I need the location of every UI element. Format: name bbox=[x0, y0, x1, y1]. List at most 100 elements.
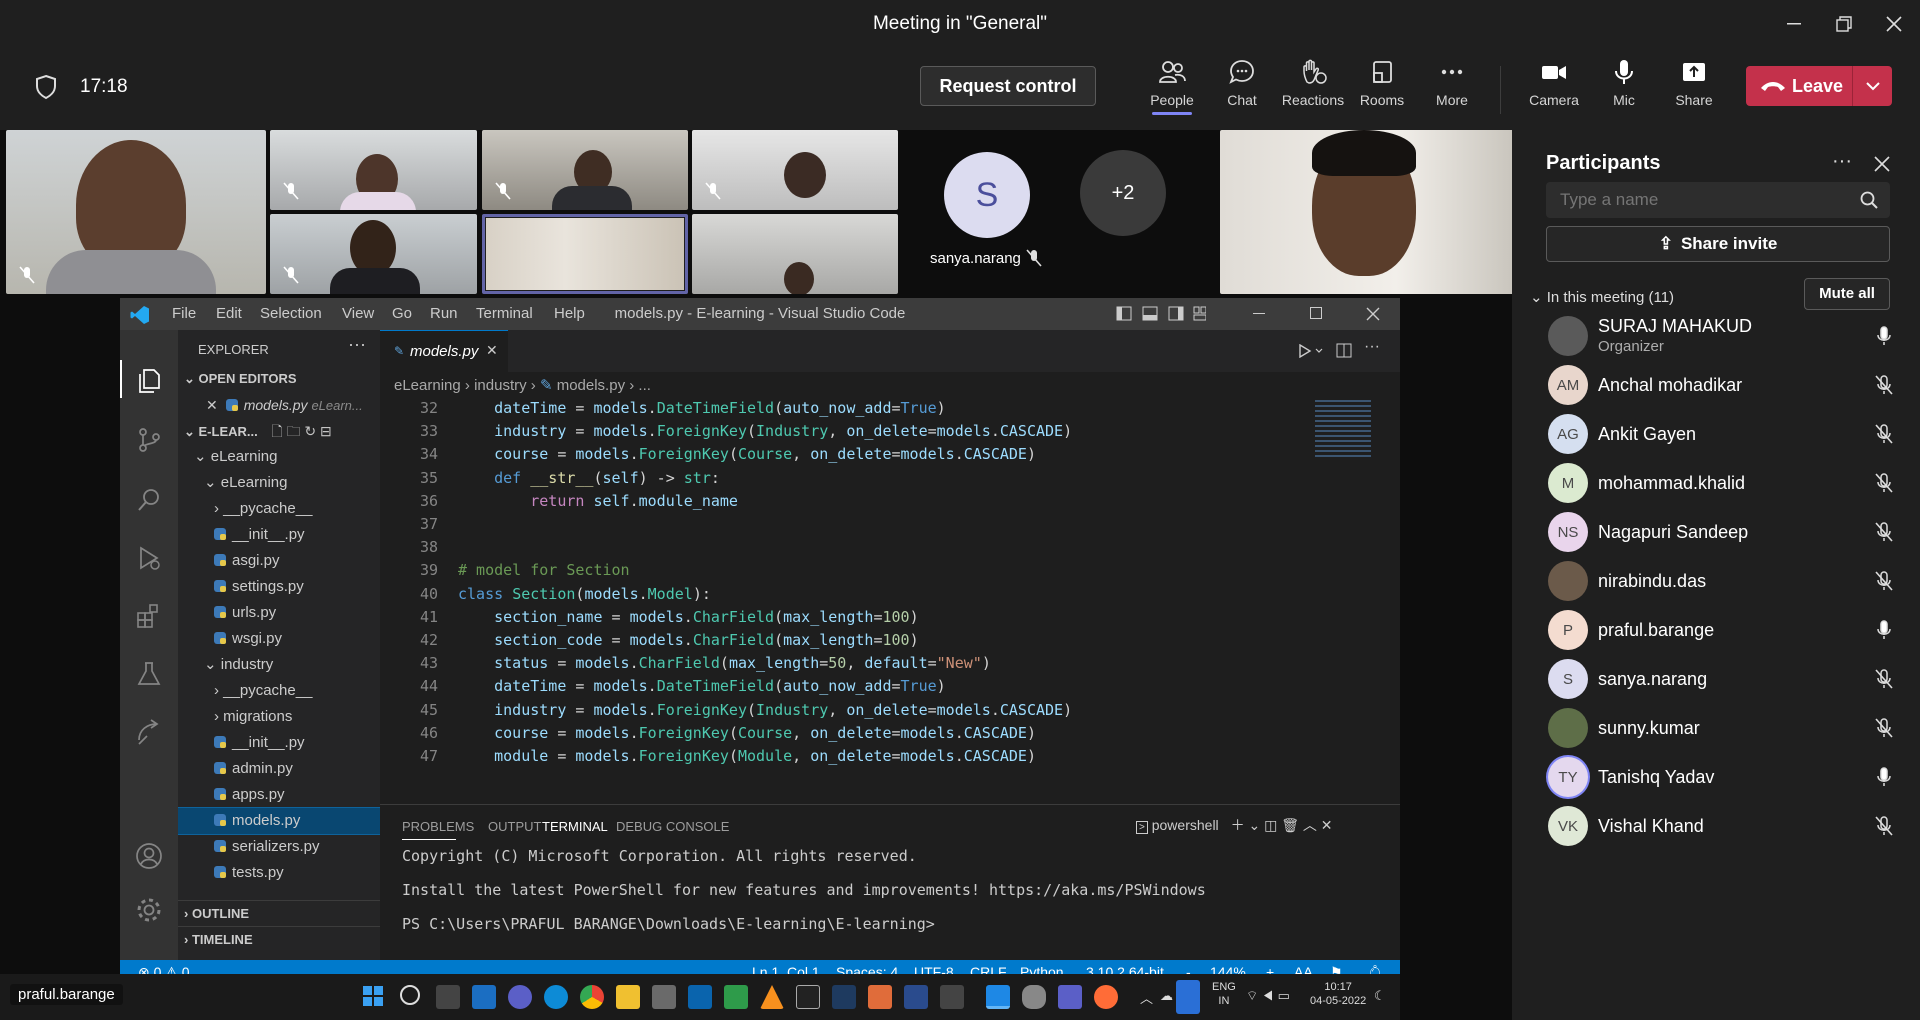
editor-more-icon[interactable]: ··· bbox=[1364, 338, 1380, 356]
app-icon[interactable] bbox=[940, 985, 964, 1009]
explorer-icon[interactable] bbox=[135, 366, 163, 394]
file-item[interactable]: apps.py bbox=[178, 782, 380, 808]
settings-gear-icon[interactable] bbox=[135, 896, 163, 924]
video-tile-5[interactable] bbox=[270, 214, 477, 294]
muted-microphone-icon[interactable] bbox=[1872, 569, 1896, 593]
task-view-icon[interactable] bbox=[436, 985, 460, 1009]
participant-row[interactable]: VK Vishal Khand bbox=[1512, 804, 1920, 864]
chat-button[interactable]: Chat bbox=[1208, 58, 1276, 108]
layout-toggle-icons[interactable] bbox=[1116, 306, 1207, 322]
share-label[interactable]: Share bbox=[1675, 92, 1712, 108]
app-icon[interactable] bbox=[904, 985, 928, 1009]
muted-microphone-icon[interactable] bbox=[1872, 667, 1896, 691]
testing-icon[interactable] bbox=[135, 660, 163, 688]
open-editors-section[interactable]: ⌄ OPEN EDITORS bbox=[178, 366, 380, 392]
tray-chevron-icon[interactable]: ︿ bbox=[1140, 988, 1153, 1007]
language-indicator[interactable]: ENG IN bbox=[1212, 980, 1236, 1008]
network-volume-battery-icons[interactable]: ⌔ ◀ ▭ bbox=[1246, 988, 1290, 1004]
participant-search-input[interactable] bbox=[1560, 190, 1840, 210]
overflow-participants-button[interactable]: +2 bbox=[1080, 150, 1166, 236]
app-icon[interactable] bbox=[724, 985, 748, 1009]
video-tile-large[interactable] bbox=[1220, 130, 1514, 294]
clock[interactable]: 10:17 04-05-2022 bbox=[1310, 980, 1366, 1008]
leave-button[interactable]: Leave bbox=[1746, 66, 1892, 106]
file-explorer-icon[interactable] bbox=[616, 985, 640, 1009]
video-tile-7[interactable] bbox=[692, 214, 898, 294]
folder-item[interactable]: ⌄ industry bbox=[178, 652, 380, 678]
share-button[interactable]: Share bbox=[1660, 58, 1728, 108]
teams-chat-icon[interactable] bbox=[508, 985, 532, 1009]
muted-microphone-icon[interactable] bbox=[1872, 814, 1896, 838]
request-control-button[interactable]: Request control bbox=[920, 66, 1096, 106]
video-tile-4[interactable] bbox=[692, 130, 898, 210]
database-icon[interactable] bbox=[1022, 985, 1046, 1009]
run-debug-icon[interactable] bbox=[135, 544, 163, 572]
timeline-section[interactable]: › TIMELINE bbox=[178, 926, 380, 952]
microphone-icon[interactable] bbox=[1872, 324, 1896, 348]
file-item[interactable]: serializers.py bbox=[178, 834, 380, 860]
microphone-icon[interactable] bbox=[1872, 618, 1896, 642]
muted-microphone-icon[interactable] bbox=[1872, 520, 1896, 544]
muted-microphone-icon[interactable] bbox=[1872, 471, 1896, 495]
panel-more-icon[interactable]: ··· bbox=[1832, 150, 1852, 173]
people-button[interactable]: People bbox=[1138, 58, 1206, 115]
file-item[interactable]: tests.py bbox=[178, 860, 380, 886]
terminal-icon[interactable] bbox=[796, 985, 820, 1009]
participant-search[interactable] bbox=[1546, 182, 1890, 218]
outline-section[interactable]: › OUTLINE bbox=[178, 900, 380, 926]
rooms-button[interactable]: Rooms bbox=[1348, 58, 1416, 108]
video-tile-active-speaker[interactable] bbox=[482, 214, 688, 294]
file-item[interactable]: __init__.py bbox=[178, 730, 380, 756]
panel-tab-output[interactable]: OUTPUT bbox=[488, 819, 541, 834]
store-icon[interactable] bbox=[652, 985, 676, 1009]
extensions-icon[interactable] bbox=[135, 602, 163, 630]
restore-button[interactable] bbox=[1822, 6, 1866, 42]
vscode-taskbar-icon[interactable] bbox=[986, 985, 1010, 1009]
edge-icon[interactable] bbox=[544, 985, 568, 1009]
terminal-shell-selector[interactable]: > powershell ＋ ⌄ ◫ 🗑 ︿ ✕ bbox=[1136, 815, 1332, 835]
minimize-button[interactable] bbox=[1772, 6, 1816, 42]
microphone-icon[interactable] bbox=[1872, 765, 1896, 789]
file-item[interactable]: __init__.py bbox=[178, 522, 380, 548]
muted-microphone-icon[interactable] bbox=[1872, 716, 1896, 740]
app-icon[interactable] bbox=[832, 985, 856, 1009]
remote-explorer-icon[interactable] bbox=[135, 718, 163, 746]
search-icon[interactable] bbox=[135, 486, 163, 514]
file-item[interactable]: asgi.py bbox=[178, 548, 380, 574]
video-tile-main[interactable] bbox=[6, 130, 266, 294]
chrome-icon[interactable] bbox=[580, 985, 604, 1009]
folder-item[interactable]: ⌄ eLearning bbox=[178, 444, 380, 470]
explorer-more-icon[interactable]: ··· bbox=[348, 334, 366, 355]
file-item[interactable]: wsgi.py bbox=[178, 626, 380, 652]
file-item[interactable]: models.py bbox=[178, 807, 380, 835]
mail-icon[interactable] bbox=[688, 985, 712, 1009]
workspace-section[interactable]: ⌄ E-LEAR... 🗋 🗀 ↻ ⊟ bbox=[178, 418, 380, 444]
close-window-button[interactable] bbox=[1872, 6, 1916, 42]
close-panel-icon[interactable] bbox=[1874, 156, 1890, 172]
minimap[interactable] bbox=[1315, 400, 1371, 460]
file-item[interactable]: admin.py bbox=[178, 756, 380, 782]
split-editor-icon[interactable] bbox=[1336, 343, 1352, 359]
focus-assist-icon[interactable]: ☾ bbox=[1374, 988, 1386, 1004]
mute-all-button[interactable]: Mute all bbox=[1804, 278, 1890, 310]
muted-microphone-icon[interactable] bbox=[1872, 373, 1896, 397]
folder-item[interactable]: › __pycache__ bbox=[178, 496, 380, 522]
folder-item[interactable]: › migrations bbox=[178, 704, 380, 730]
widgets-icon[interactable] bbox=[472, 985, 496, 1009]
teams-icon[interactable] bbox=[1058, 985, 1082, 1009]
run-file-icon[interactable] bbox=[1298, 344, 1326, 358]
panel-tab-problems[interactable]: PROBLEMS bbox=[402, 819, 474, 834]
onedrive-icon[interactable]: ☁ bbox=[1160, 988, 1173, 1004]
account-icon[interactable] bbox=[135, 842, 163, 870]
panel-tab-debug-console[interactable]: DEBUG CONSOLE bbox=[616, 819, 729, 834]
mic-in-use-icon[interactable] bbox=[1176, 980, 1200, 1014]
source-control-icon[interactable] bbox=[135, 426, 163, 454]
folder-item[interactable]: › __pycache__ bbox=[178, 678, 380, 704]
muted-microphone-icon[interactable] bbox=[1872, 422, 1896, 446]
video-tile-2[interactable] bbox=[270, 130, 477, 210]
camera-button[interactable]: Camera bbox=[1520, 58, 1588, 108]
video-tile-3[interactable] bbox=[482, 130, 688, 210]
mic-button[interactable]: Mic bbox=[1590, 58, 1658, 108]
code-editor[interactable]: 32 dateTime = models.DateTimeField(auto_… bbox=[380, 398, 1380, 770]
file-item[interactable]: settings.py bbox=[178, 574, 380, 600]
